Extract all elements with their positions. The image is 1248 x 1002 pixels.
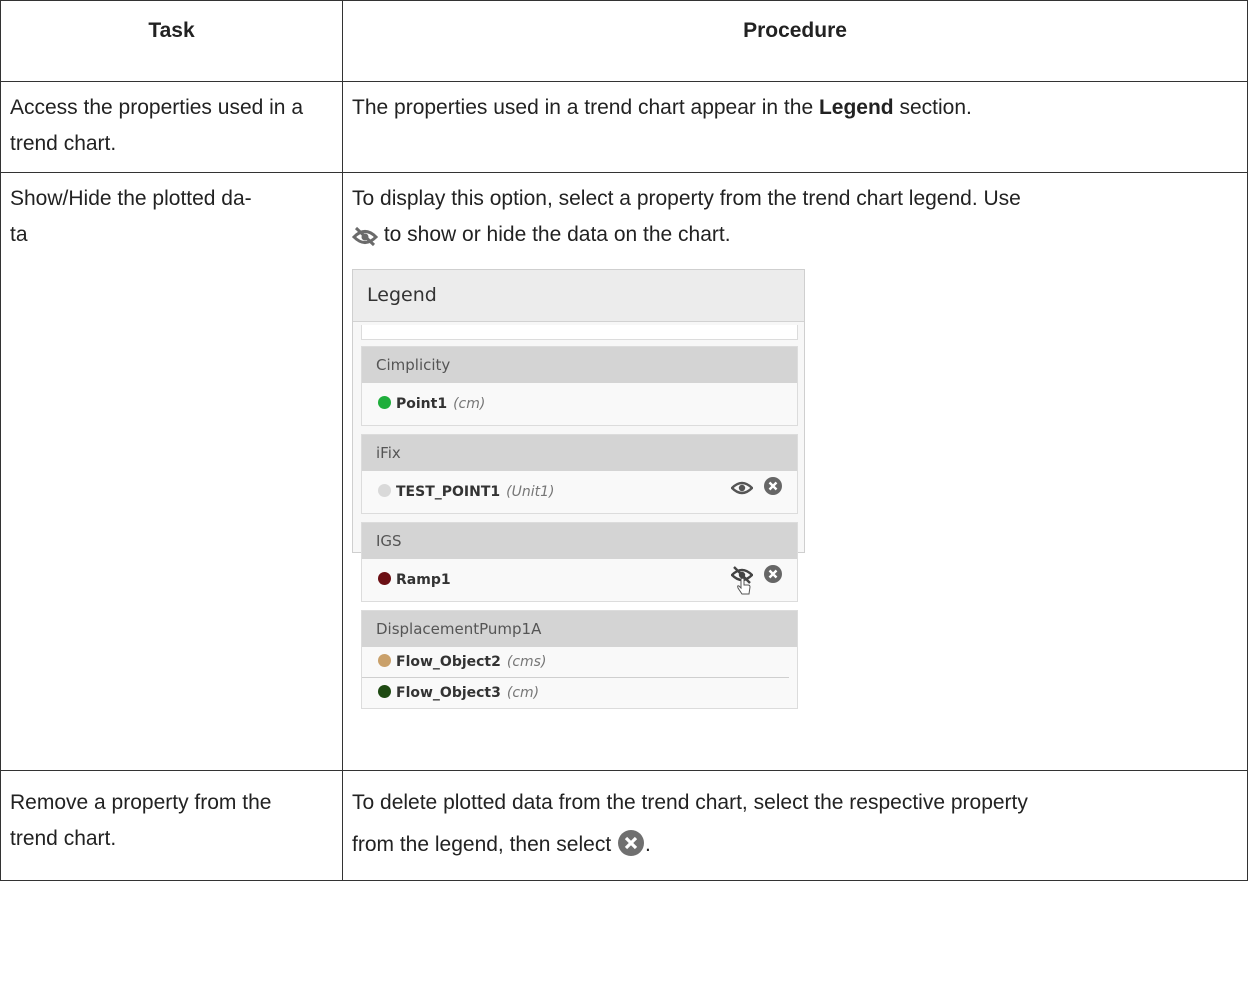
procedure-line-2-text: from the legend, then select <box>352 833 617 856</box>
table-row: Show/Hide the plotted da-ta To display t… <box>0 172 1248 771</box>
item-actions <box>730 471 783 513</box>
legend-item-ramp1[interactable]: Ramp1 <box>362 559 797 601</box>
legend-list[interactable]: Cimplicity Point1 (cm) iFix TEST_POINT1 (U… <box>361 325 798 717</box>
procedure-line-2-end: . <box>645 833 651 856</box>
property-name: Flow_Object3 <box>396 685 501 701</box>
property-name: Flow_Object2 <box>396 654 501 670</box>
table-row: Access the properties used in a trend ch… <box>0 81 1248 173</box>
series-color-dot <box>378 572 391 585</box>
procedure-line-2: to show or hide the data on the chart. <box>351 217 1238 259</box>
property-unit: (cms) <box>506 654 547 670</box>
property-name: TEST_POINT1 <box>396 484 501 500</box>
group-title: IGS <box>362 523 797 559</box>
task-text: Remove a property from the trend chart. <box>10 791 272 850</box>
legend-title: Legend <box>353 270 804 322</box>
table-header-row: Task Procedure <box>0 0 1248 82</box>
procedure-line-1: To delete plotted data from the trend ch… <box>352 791 1028 814</box>
series-color-dot <box>378 654 391 667</box>
series-color-dot <box>378 685 391 698</box>
procedure-cell: To delete plotted data from the trend ch… <box>342 770 1248 881</box>
hand-pointer-icon <box>736 571 752 613</box>
property-unit: (cm) <box>453 396 486 412</box>
task-cell: Access the properties used in a trend ch… <box>0 81 343 173</box>
property-name: Point1 <box>396 396 448 412</box>
group-title: iFix <box>362 435 797 471</box>
eye-icon[interactable] <box>730 471 754 513</box>
close-circle-icon[interactable] <box>763 559 783 601</box>
procedure-cell: The properties used in a trend chart app… <box>342 81 1248 173</box>
procedure-line-2: from the legend, then select . <box>352 827 1238 869</box>
procedure-line-2-text: to show or hide the data on the chart. <box>378 223 731 246</box>
item-actions <box>730 559 783 601</box>
close-circle-icon <box>617 829 645 869</box>
legend-item-flow-object2[interactable]: Flow_Object2 (cms) <box>362 647 789 678</box>
header-procedure: Procedure <box>342 0 1248 82</box>
legend-term: Legend <box>818 96 894 119</box>
eye-slash-icon <box>351 223 379 259</box>
task-text: Show/Hide the plotted da-ta <box>10 187 252 246</box>
procedure-cell: To display this option, select a propert… <box>342 172 1248 771</box>
eye-slash-icon[interactable] <box>730 559 754 601</box>
series-color-dot <box>378 484 391 497</box>
legend-group-displacementpump1a: DisplacementPump1A Flow_Object2 (cms) Flo… <box>361 610 798 709</box>
task-procedure-table: Task Procedure Access the properties use… <box>0 0 1248 881</box>
group-title: DisplacementPump1A <box>362 611 797 647</box>
legend-panel: Legend Cimplicity Point1 (cm) iFix TEST_P… <box>352 269 805 709</box>
legend-item-test-point1[interactable]: TEST_POINT1 (Unit1) <box>362 471 797 513</box>
procedure-text-end: section. <box>893 96 972 119</box>
property-name: Ramp1 <box>396 572 451 588</box>
legend-group-cimplicity: Cimplicity Point1 (cm) <box>361 346 798 426</box>
procedure-text: The properties used in a trend chart app… <box>352 96 819 119</box>
procedure-line-1: To display this option, select a propert… <box>352 187 1021 210</box>
task-cell: Show/Hide the plotted da-ta <box>0 172 343 771</box>
legend-group-igs: IGS Ramp1 <box>361 522 798 602</box>
series-color-dot <box>378 396 391 409</box>
table-row: Remove a property from the trend chart. … <box>0 770 1248 881</box>
group-title: Cimplicity <box>362 347 797 383</box>
legend-previous-group-stub <box>361 325 798 340</box>
property-unit: (cm) <box>506 685 540 701</box>
property-unit: (Unit1) <box>506 484 555 500</box>
legend-group-ifix: iFix TEST_POINT1 (Unit1) <box>361 434 798 514</box>
close-circle-icon[interactable] <box>763 471 783 513</box>
legend-item-flow-object3[interactable]: Flow_Object3 (cm) <box>362 678 797 708</box>
legend-item-point1[interactable]: Point1 (cm) <box>362 383 797 425</box>
task-cell: Remove a property from the trend chart. <box>0 770 343 881</box>
header-task: Task <box>0 0 343 82</box>
